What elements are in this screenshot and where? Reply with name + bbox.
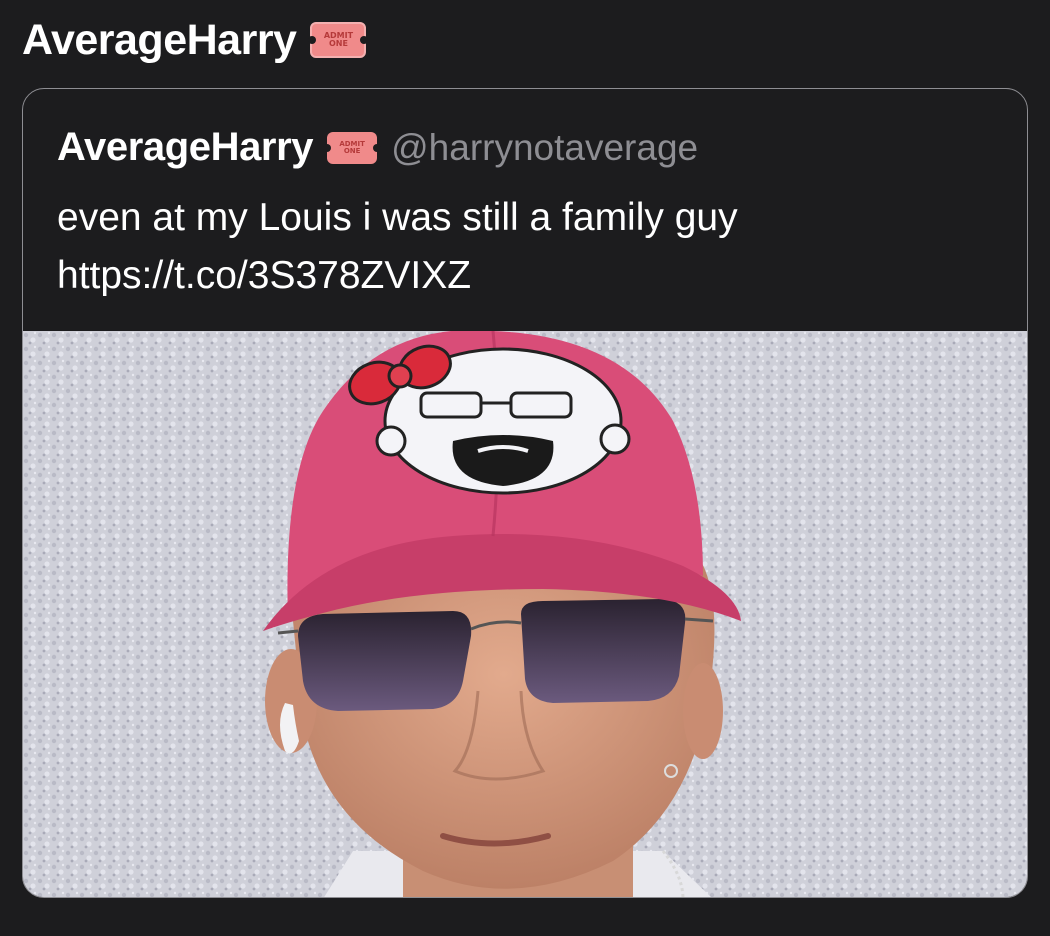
sunglasses-left-lens xyxy=(298,611,472,711)
tweet-link[interactable]: https://t.co/3S378ZVIXZ xyxy=(57,247,997,305)
retweeter-header: AverageHarry ADMIT ONE xyxy=(22,12,369,68)
cap-patch-ear-left xyxy=(375,425,407,457)
ticket-text-bottom: ONE xyxy=(328,39,348,48)
quoted-author-display-name[interactable]: AverageHarry xyxy=(57,125,314,170)
sunglasses-right-lens xyxy=(521,599,686,703)
sunglasses-arm-right xyxy=(684,617,714,623)
admit-one-ticket-icon: ADMIT ONE xyxy=(308,22,369,58)
right-ear xyxy=(683,663,723,759)
quoted-author-handle[interactable]: @harrynotaverage xyxy=(391,127,698,169)
admit-one-ticket-icon: ADMIT ONE xyxy=(323,131,382,164)
quoted-tweet-author: AverageHarry ADMIT ONE @harrynotaverage xyxy=(57,125,698,170)
tweet-photo[interactable] xyxy=(23,331,1027,897)
cap-patch-ear-right xyxy=(599,423,631,455)
quoted-tweet-text: even at my Louis i was still a family gu… xyxy=(57,189,997,305)
ticket-text-bottom: ONE xyxy=(343,146,361,155)
quoted-tweet-card[interactable]: AverageHarry ADMIT ONE @harrynotaverage … xyxy=(22,88,1028,898)
retweeter-display-name[interactable]: AverageHarry xyxy=(22,16,297,65)
tweet-text-line: even at my Louis i was still a family gu… xyxy=(57,196,738,239)
selfie-illustration xyxy=(23,331,1027,897)
sunglasses-arm-left xyxy=(277,629,299,635)
